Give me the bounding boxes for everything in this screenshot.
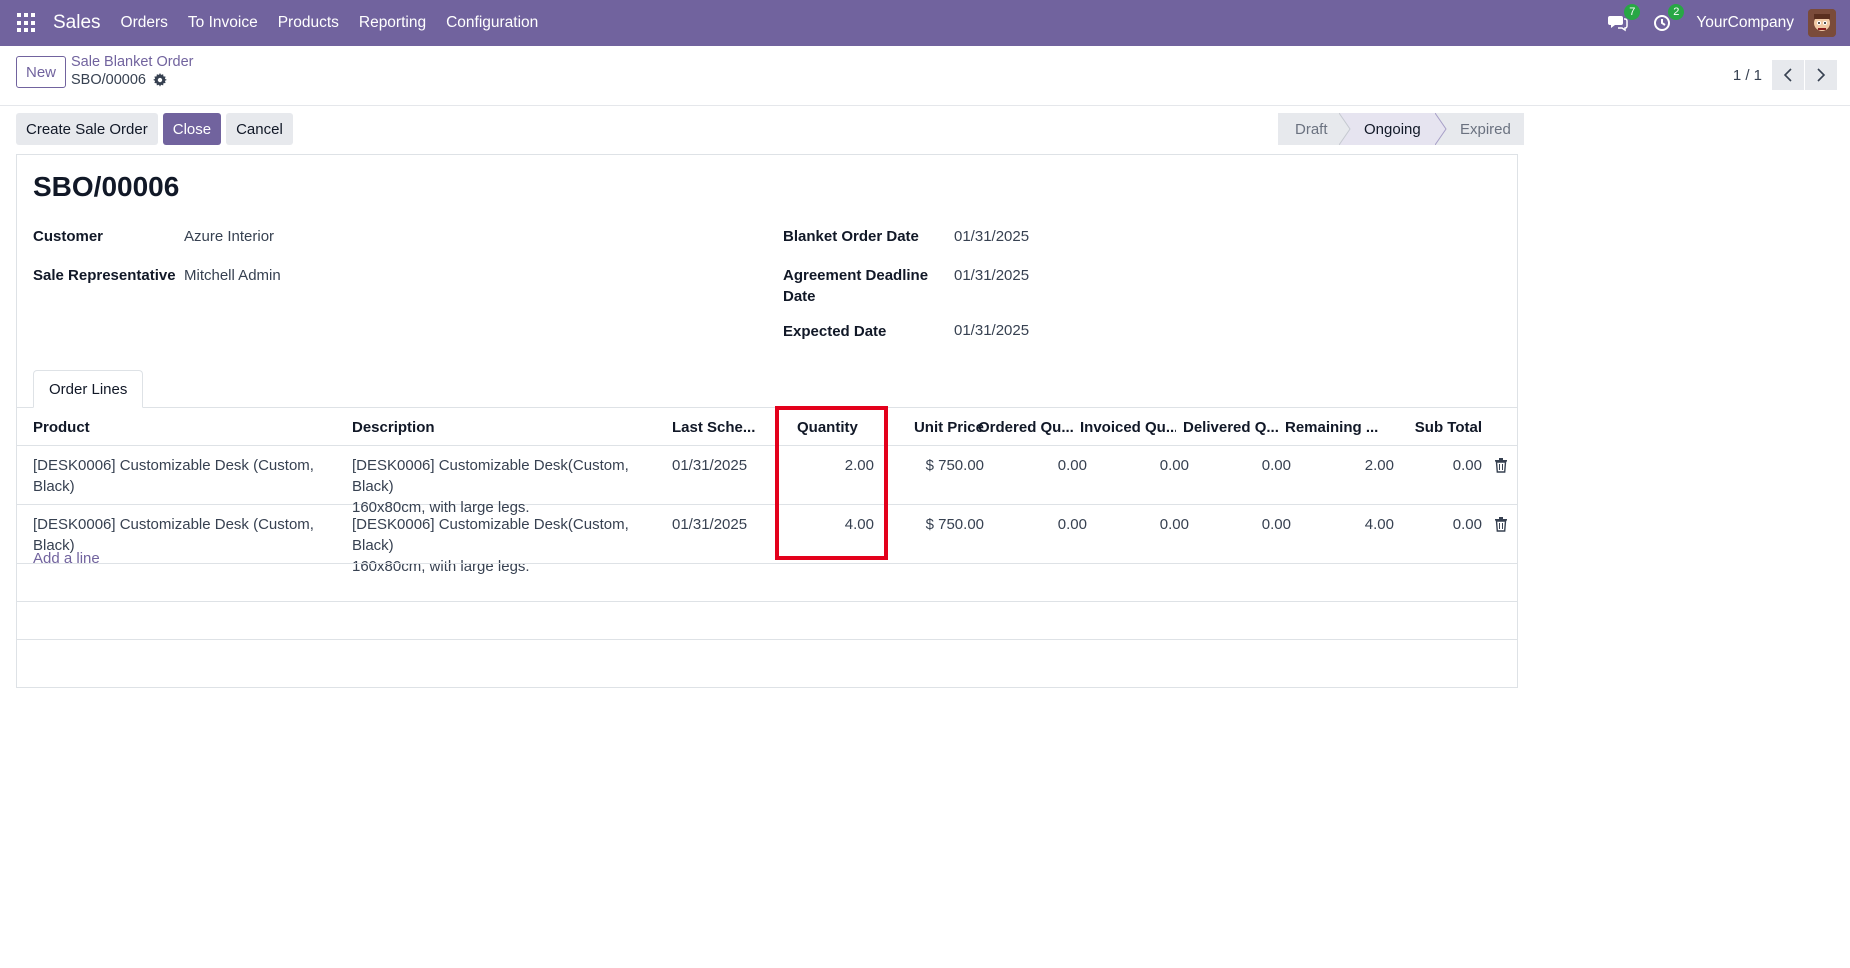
row-date: 01/31/2025 — [672, 457, 748, 474]
trash-icon[interactable] — [1494, 517, 1508, 532]
messages-button[interactable]: 7 — [1608, 4, 1641, 34]
col-delivered-qty[interactable]: Delivered Q... — [1183, 408, 1279, 446]
col-quantity[interactable]: Quantity — [797, 408, 887, 446]
menu-to-invoice[interactable]: To Invoice — [188, 14, 258, 32]
row-product: [DESK0006] Customizable Desk (Custom, Bl… — [33, 457, 314, 495]
salesrep-field[interactable]: Mitchell Admin — [184, 267, 281, 284]
row-quantity: 4.00 — [844, 516, 874, 533]
stage-draft-label: Draft — [1295, 120, 1328, 138]
gear-icon[interactable] — [153, 73, 167, 87]
stage-expired[interactable]: Expired — [1435, 113, 1524, 145]
new-button[interactable]: New — [16, 56, 66, 88]
blanket-date-field[interactable]: 01/31/2025 — [954, 228, 1029, 245]
menu-orders[interactable]: Orders — [121, 14, 168, 32]
order-lines-table: Product Description Last Sche... Quantit… — [17, 408, 1517, 575]
top-navbar: Sales Orders To Invoice Products Reporti… — [0, 0, 1850, 46]
customer-field[interactable]: Azure Interior — [184, 228, 274, 245]
record-title: SBO/00006 — [33, 171, 180, 202]
expected-date-field[interactable]: 01/31/2025 — [954, 322, 1029, 339]
menu-configuration[interactable]: Configuration — [446, 14, 538, 32]
company-switcher[interactable]: YourCompany — [1696, 14, 1794, 32]
row-invoiced-qty: 0.00 — [1159, 457, 1189, 474]
close-button[interactable]: Close — [162, 113, 222, 145]
table-divider — [17, 563, 1517, 564]
user-avatar[interactable] — [1808, 9, 1836, 37]
deadline-label-line1: Agreement Deadline — [783, 267, 929, 284]
activities-button[interactable]: 2 — [1652, 4, 1685, 34]
row-date: 01/31/2025 — [672, 516, 748, 533]
row-sub-total: 0.00 — [1452, 457, 1482, 474]
row-unit-price: $ 750.00 — [925, 516, 984, 533]
pager-value[interactable]: 1 / 1 — [1733, 67, 1762, 84]
row-sub-total: 0.00 — [1452, 516, 1482, 533]
breadcrumb-current-label: SBO/00006 — [71, 72, 146, 88]
deadline-field[interactable]: 01/31/2025 — [954, 267, 1029, 284]
cancel-button[interactable]: Cancel — [226, 113, 293, 145]
apps-menu-icon[interactable] — [17, 13, 37, 33]
trash-icon[interactable] — [1494, 458, 1508, 473]
tab-order-lines[interactable]: Order Lines — [33, 370, 144, 408]
menu-reporting[interactable]: Reporting — [359, 14, 426, 32]
breadcrumb-current: SBO/00006 — [71, 72, 167, 88]
statusbar: Draft Ongoing Expired — [1278, 113, 1524, 145]
col-ordered-qty[interactable]: Ordered Qu... — [978, 408, 1073, 446]
stage-ongoing-label: Ongoing — [1364, 120, 1421, 138]
row-ordered-qty: 0.00 — [1057, 457, 1087, 474]
breadcrumb-parent[interactable]: Sale Blanket Order — [71, 54, 194, 70]
create-sale-order-button[interactable]: Create Sale Order — [16, 113, 158, 145]
col-last-scheduled[interactable]: Last Sche... — [672, 408, 765, 446]
row-remaining-qty: 2.00 — [1364, 457, 1394, 474]
form-sheet: SBO/00006 Customer Azure Interior Sale R… — [16, 154, 1518, 688]
salesrep-label: Sale Representative — [33, 267, 176, 284]
col-remaining-qty[interactable]: Remaining ... — [1285, 408, 1379, 446]
expected-date-label: Expected Date — [783, 323, 887, 340]
row-description-line1: [DESK0006] Customizable Desk(Custom, Bla… — [352, 516, 629, 554]
chevron-left-icon — [1783, 68, 1792, 82]
row-unit-price: $ 750.00 — [925, 457, 984, 474]
customer-label: Customer — [33, 228, 104, 245]
col-product[interactable]: Product — [33, 408, 333, 446]
row-description-line1: [DESK0006] Customizable Desk(Custom, Bla… — [352, 457, 629, 495]
row-ordered-qty: 0.00 — [1057, 516, 1087, 533]
messages-count-badge: 7 — [1624, 4, 1641, 20]
table-divider — [17, 601, 1517, 602]
row-remaining-qty: 4.00 — [1364, 516, 1394, 533]
row-quantity: 2.00 — [844, 457, 874, 474]
add-a-line-link[interactable]: Add a line — [33, 550, 100, 567]
table-header-row: Product Description Last Sche... Quantit… — [17, 408, 1517, 446]
row-delivered-qty: 0.00 — [1261, 516, 1291, 533]
table-row[interactable]: [DESK0006] Customizable Desk (Custom, Bl… — [17, 505, 1517, 575]
stage-expired-label: Expired — [1460, 120, 1511, 138]
col-description[interactable]: Description — [352, 408, 652, 446]
row-invoiced-qty: 0.00 — [1159, 516, 1189, 533]
stage-ongoing[interactable]: Ongoing — [1339, 113, 1436, 145]
row-description: [DESK0006] Customizable Desk(Custom, Bla… — [352, 514, 667, 577]
app-name[interactable]: Sales — [53, 12, 101, 34]
activities-count-badge: 2 — [1668, 4, 1685, 20]
stage-draft[interactable]: Draft — [1278, 113, 1340, 145]
deadline-label: Agreement Deadline Date — [783, 265, 928, 307]
pager-previous-button[interactable] — [1772, 60, 1804, 90]
menu-products[interactable]: Products — [278, 14, 339, 32]
row-description-line2: 160x80cm, with large legs. — [352, 558, 530, 575]
control-panel: New Sale Blanket Order SBO/00006 1 / 1 — [0, 46, 1850, 106]
row-delivered-qty: 0.00 — [1261, 457, 1291, 474]
col-invoiced-qty[interactable]: Invoiced Qu... — [1080, 408, 1176, 446]
col-unit-price[interactable]: Unit Price — [896, 408, 984, 446]
col-sub-total[interactable]: Sub Total — [1400, 408, 1482, 446]
blanket-date-label: Blanket Order Date — [783, 228, 919, 245]
chevron-right-icon — [1817, 68, 1826, 82]
deadline-label-line2: Date — [783, 288, 816, 305]
pager-next-button[interactable] — [1805, 60, 1837, 90]
table-divider — [17, 639, 1517, 640]
action-bar: Create Sale Order Close Cancel — [16, 113, 298, 145]
pager: 1 / 1 — [1733, 60, 1850, 90]
table-row[interactable]: [DESK0006] Customizable Desk (Custom, Bl… — [17, 446, 1517, 516]
